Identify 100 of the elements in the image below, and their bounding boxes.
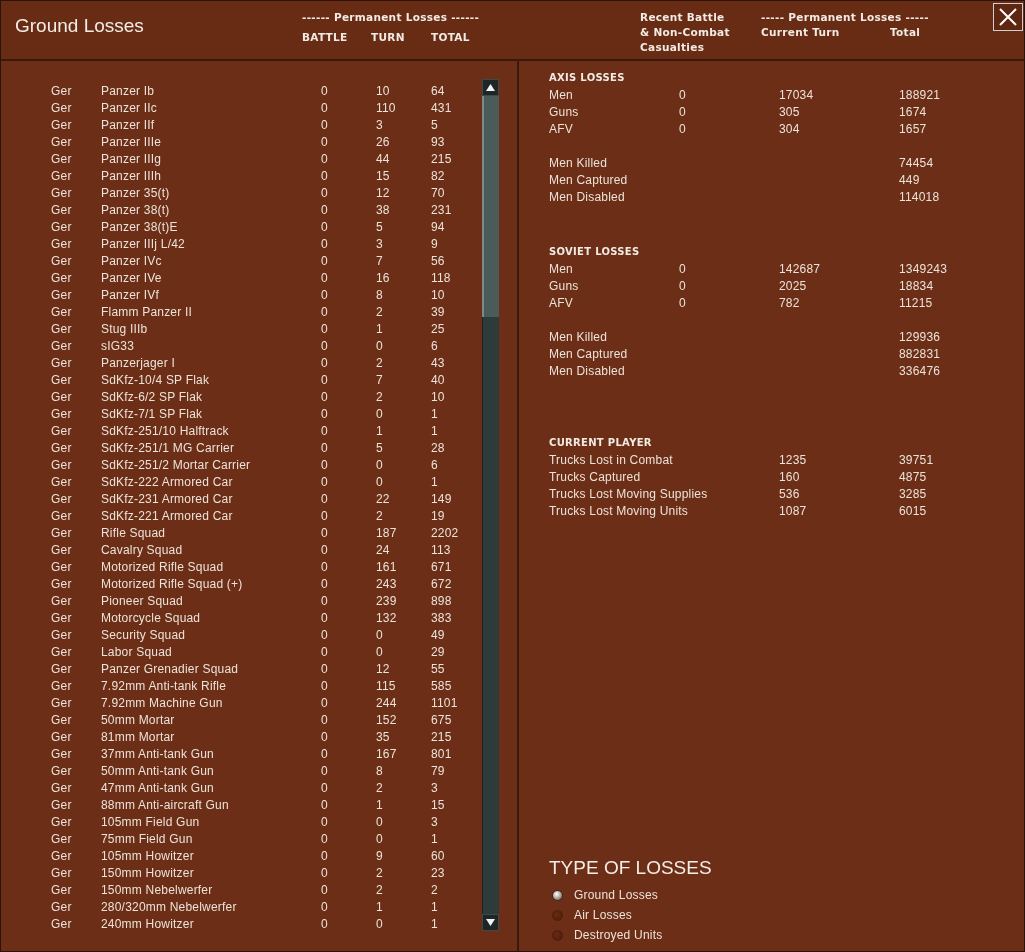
column-heading: TURN — [371, 31, 406, 44]
nation-cell: Ger — [51, 865, 72, 882]
unit-name-cell: 47mm Anti-tank Gun — [101, 780, 214, 797]
nation-cell: Ger — [51, 508, 72, 525]
battle-value: 0 — [679, 87, 686, 104]
total-loss-cell: 6 — [431, 338, 438, 355]
nation-cell: Ger — [51, 253, 72, 270]
unit-name-cell: Motorized Rifle Squad — [101, 559, 224, 576]
turn-loss-cell: 0 — [376, 627, 383, 644]
turn-loss-cell: 0 — [376, 406, 383, 423]
unit-name-cell: 37mm Anti-tank Gun — [101, 746, 214, 763]
turn-loss-cell: 1 — [376, 797, 383, 814]
unit-name-cell: Panzer 38(t)E — [101, 219, 178, 236]
battle-loss-cell: 0 — [321, 151, 328, 168]
turn-loss-cell: 167 — [376, 746, 397, 763]
turn-loss-cell: 12 — [376, 661, 390, 678]
battle-loss-cell: 0 — [321, 304, 328, 321]
total-loss-cell: 94 — [431, 219, 445, 236]
radio-button[interactable] — [552, 929, 563, 941]
nation-cell: Ger — [51, 712, 72, 729]
total-loss-cell: 1 — [431, 406, 438, 423]
scroll-thumb[interactable] — [482, 96, 499, 317]
turn-loss-cell: 44 — [376, 151, 390, 168]
total-loss-cell: 6 — [431, 457, 438, 474]
turn-loss-cell: 0 — [376, 457, 383, 474]
total-loss-cell: 2202 — [431, 525, 459, 542]
close-button[interactable] — [993, 3, 1023, 31]
total-loss-cell: 40 — [431, 372, 445, 389]
unit-name-cell: Panzer IIIh — [101, 168, 162, 185]
battle-loss-cell: 0 — [321, 491, 328, 508]
turn-loss-cell: 0 — [376, 814, 383, 831]
radio-button[interactable] — [552, 889, 563, 901]
battle-loss-cell: 0 — [321, 168, 328, 185]
radio-label[interactable]: Ground Losses — [574, 885, 658, 905]
total-loss-cell: 5 — [431, 117, 438, 134]
turn-loss-cell: 2 — [376, 882, 383, 899]
unit-name-cell: 50mm Mortar — [101, 712, 175, 729]
nation-cell: Ger — [51, 457, 72, 474]
nation-cell: Ger — [51, 168, 72, 185]
battle-loss-cell: 0 — [321, 831, 328, 848]
section-title: CURRENT PLAYER — [549, 436, 652, 450]
scroll-down-button[interactable] — [482, 914, 499, 931]
battle-loss-cell: 0 — [321, 338, 328, 355]
nation-cell: Ger — [51, 899, 72, 916]
total-value: 114018 — [899, 189, 940, 206]
turn-value: 1087 — [779, 503, 807, 520]
total-loss-cell: 1 — [431, 423, 438, 440]
turn-loss-cell: 1 — [376, 321, 383, 338]
scroll-up-button[interactable] — [482, 79, 499, 96]
turn-value: 160 — [779, 469, 800, 486]
stat-label: Men — [549, 261, 573, 278]
scrollbar-track[interactable] — [482, 79, 499, 931]
total-loss-cell: 60 — [431, 848, 445, 865]
turn-loss-cell: 7 — [376, 253, 383, 270]
nation-cell: Ger — [51, 559, 72, 576]
total-loss-cell: 1 — [431, 899, 438, 916]
stat-label: Guns — [549, 278, 579, 295]
turn-loss-cell: 12 — [376, 185, 390, 202]
total-loss-cell: 56 — [431, 253, 445, 270]
total-value: 882831 — [899, 346, 941, 363]
battle-loss-cell: 0 — [321, 644, 328, 661]
turn-loss-cell: 2 — [376, 389, 383, 406]
nation-cell: Ger — [51, 576, 72, 593]
unit-name-cell: Motorized Rifle Squad (+) — [101, 576, 243, 593]
radio-label[interactable]: Air Losses — [574, 905, 633, 925]
unit-name-cell: Panzer IIf — [101, 117, 155, 134]
unit-name-cell: 105mm Howitzer — [101, 848, 194, 865]
stat-label: Trucks Lost Moving Supplies — [549, 486, 708, 503]
unit-name-cell: SdKfz-231 Armored Car — [101, 491, 233, 508]
nation-cell: Ger — [51, 491, 72, 508]
turn-loss-cell: 9 — [376, 848, 383, 865]
turn-loss-cell: 115 — [376, 678, 396, 695]
battle-loss-cell: 0 — [321, 389, 328, 406]
close-icon — [998, 7, 1018, 27]
nation-cell: Ger — [51, 882, 72, 899]
total-loss-cell: 118 — [431, 270, 451, 287]
turn-value: 304 — [779, 121, 800, 138]
turn-loss-cell: 2 — [376, 508, 383, 525]
total-loss-cell: 3 — [431, 814, 438, 831]
radio-button[interactable] — [552, 909, 563, 921]
unit-name-cell: SdKfz-221 Armored Car — [101, 508, 233, 525]
triangle-down-icon — [486, 919, 495, 926]
battle-loss-cell: 0 — [321, 780, 328, 797]
unit-name-cell: 88mm Anti-aircraft Gun — [101, 797, 229, 814]
total-loss-cell: 149 — [431, 491, 452, 508]
total-loss-cell: 2 — [431, 882, 438, 899]
nation-cell: Ger — [51, 100, 72, 117]
turn-loss-cell: 2 — [376, 780, 383, 797]
battle-loss-cell: 0 — [321, 797, 328, 814]
radio-label[interactable]: Destroyed Units — [574, 925, 663, 945]
total-loss-cell: 3 — [431, 780, 438, 797]
battle-loss-cell: 0 — [321, 253, 328, 270]
battle-loss-cell: 0 — [321, 219, 328, 236]
total-loss-cell: 898 — [431, 593, 452, 610]
turn-loss-cell: 0 — [376, 831, 383, 848]
stat-label: Trucks Captured — [549, 469, 641, 486]
unit-name-cell: 7.92mm Machine Gun — [101, 695, 223, 712]
column-heading: Current Turn — [761, 25, 841, 40]
turn-value: 782 — [779, 295, 800, 312]
nation-cell: Ger — [51, 219, 72, 236]
